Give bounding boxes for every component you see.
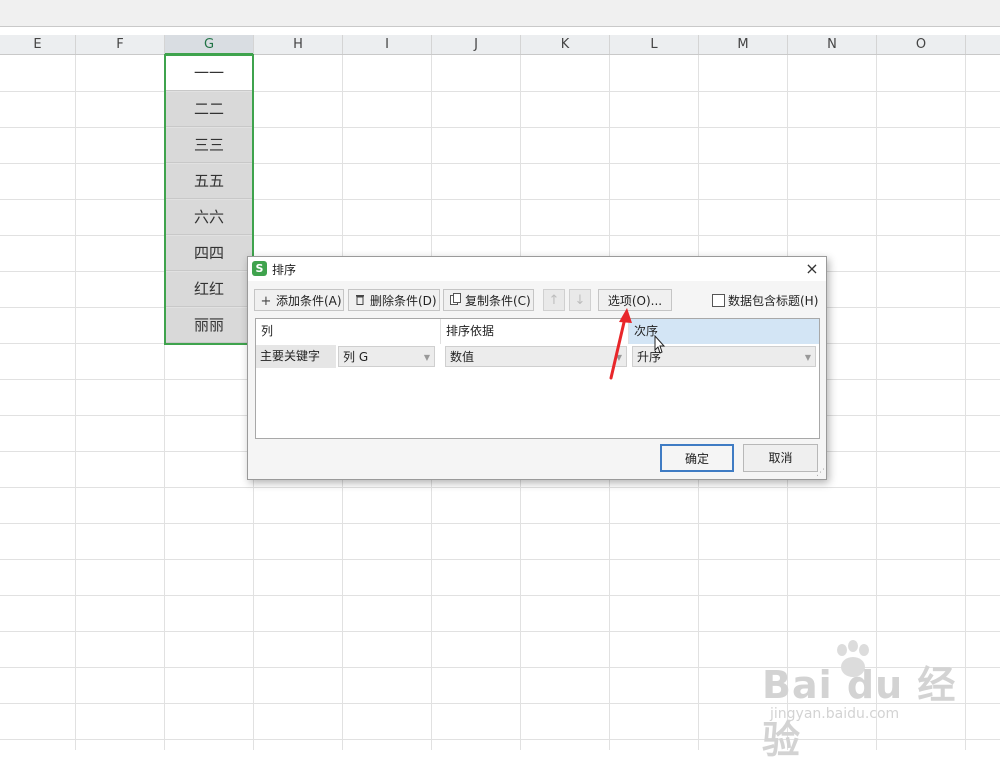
cancel-button[interactable]: 取消 bbox=[743, 444, 818, 472]
column-select-value: 列 G bbox=[343, 350, 369, 364]
column-header-m[interactable]: M bbox=[699, 35, 788, 54]
delete-condition-label: 删除条件(D) bbox=[370, 294, 437, 308]
copy-icon bbox=[448, 291, 462, 313]
close-icon[interactable]: × bbox=[802, 259, 822, 279]
red-annotation-arrow bbox=[609, 308, 632, 380]
baidu-watermark: Bai du 经验 jingyan.baidu.com bbox=[762, 640, 992, 762]
column-header-f[interactable]: F bbox=[76, 35, 165, 54]
arrow-up-icon[interactable]: ↑ bbox=[543, 289, 565, 311]
plus-icon: + bbox=[260, 294, 272, 309]
dialog-title: 排序 bbox=[272, 263, 297, 277]
column-header-i[interactable]: I bbox=[343, 35, 432, 54]
header-checkbox[interactable] bbox=[712, 294, 725, 307]
sort-on-select-value: 数值 bbox=[450, 350, 475, 364]
column-header-e[interactable]: E bbox=[0, 35, 76, 54]
column-header-n[interactable]: N bbox=[788, 35, 877, 54]
arrow-down-icon[interactable]: ↓ bbox=[569, 289, 591, 311]
column-header-g[interactable]: G bbox=[165, 35, 254, 55]
selection-range bbox=[164, 54, 254, 345]
sort-dialog: S 排序 × + 添加条件(A) 删除条件(D) 复制条件(C) ↑ ↓ 选项(O… bbox=[247, 256, 827, 480]
wps-app-icon: S bbox=[252, 261, 267, 276]
header-column: 列 bbox=[256, 319, 441, 344]
dialog-titlebar[interactable]: S 排序 × bbox=[248, 257, 826, 281]
add-condition-button[interactable]: + 添加条件(A) bbox=[254, 289, 344, 311]
delete-condition-button[interactable]: 删除条件(D) bbox=[348, 289, 440, 311]
column-header-k[interactable]: K bbox=[521, 35, 610, 54]
column-header-h[interactable]: H bbox=[254, 35, 343, 54]
resize-grip-icon[interactable]: ⋰ bbox=[816, 468, 825, 478]
dropdown-arrow-icon: ▼ bbox=[423, 353, 430, 362]
column-header-bar: E F G H I J K L M N O bbox=[0, 35, 1000, 55]
column-header-l[interactable]: L bbox=[610, 35, 699, 54]
add-condition-label: 添加条件(A) bbox=[276, 294, 342, 308]
watermark-url: jingyan.baidu.com bbox=[770, 706, 900, 722]
dropdown-arrow-icon: ▼ bbox=[804, 353, 811, 362]
column-header-j[interactable]: J bbox=[432, 35, 521, 54]
ok-button[interactable]: 确定 bbox=[660, 444, 734, 472]
mouse-cursor-icon bbox=[654, 335, 666, 354]
copy-condition-button[interactable]: 复制条件(C) bbox=[443, 289, 534, 311]
primary-key-label: 主要关键字 bbox=[256, 345, 336, 368]
column-select[interactable]: 列 G ▼ bbox=[338, 346, 435, 367]
header-sort-on: 排序依据 bbox=[441, 319, 629, 344]
trash-icon bbox=[353, 291, 367, 313]
column-header-o[interactable]: O bbox=[877, 35, 966, 54]
toolbar-strip bbox=[0, 0, 1000, 27]
sort-conditions-table: 列 排序依据 次序 主要关键字 列 G ▼ 数值 ▼ 升序 ▼ bbox=[255, 318, 820, 439]
copy-condition-label: 复制条件(C) bbox=[465, 294, 531, 308]
header-checkbox-label[interactable]: 数据包含标题(H) bbox=[728, 292, 818, 309]
sort-on-select[interactable]: 数值 ▼ bbox=[445, 346, 627, 367]
